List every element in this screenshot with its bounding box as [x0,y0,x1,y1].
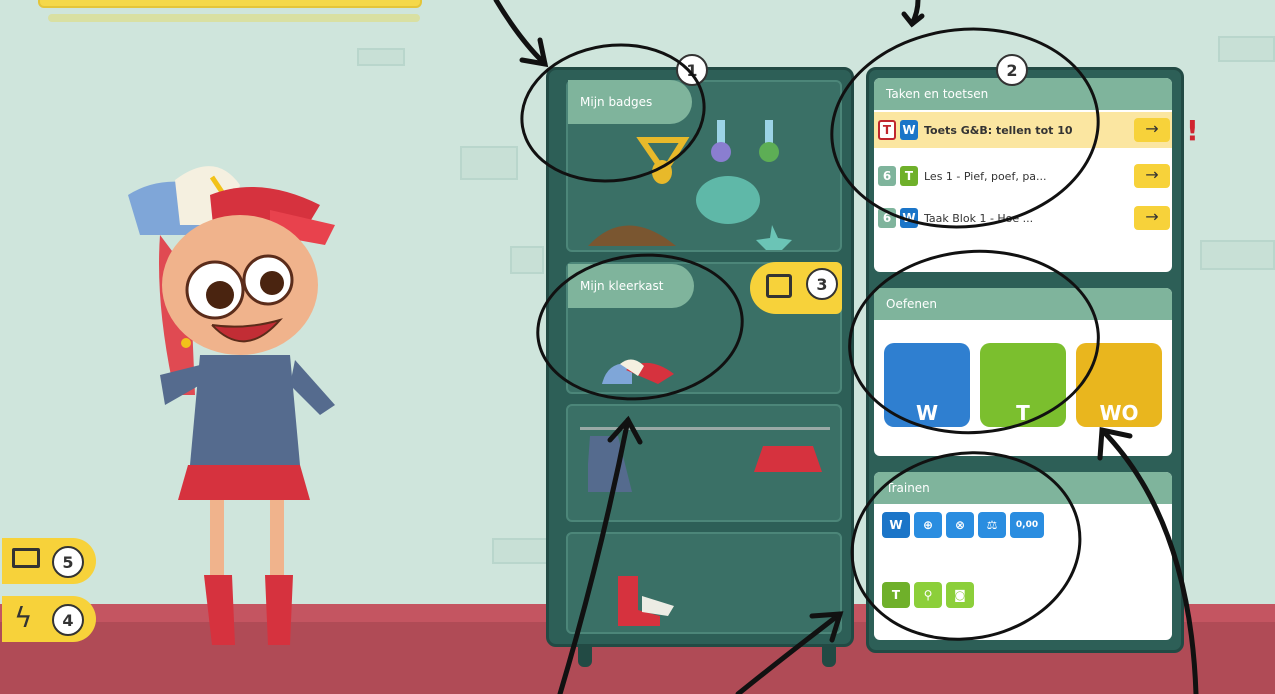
annotation-arrows [493,0,1199,694]
